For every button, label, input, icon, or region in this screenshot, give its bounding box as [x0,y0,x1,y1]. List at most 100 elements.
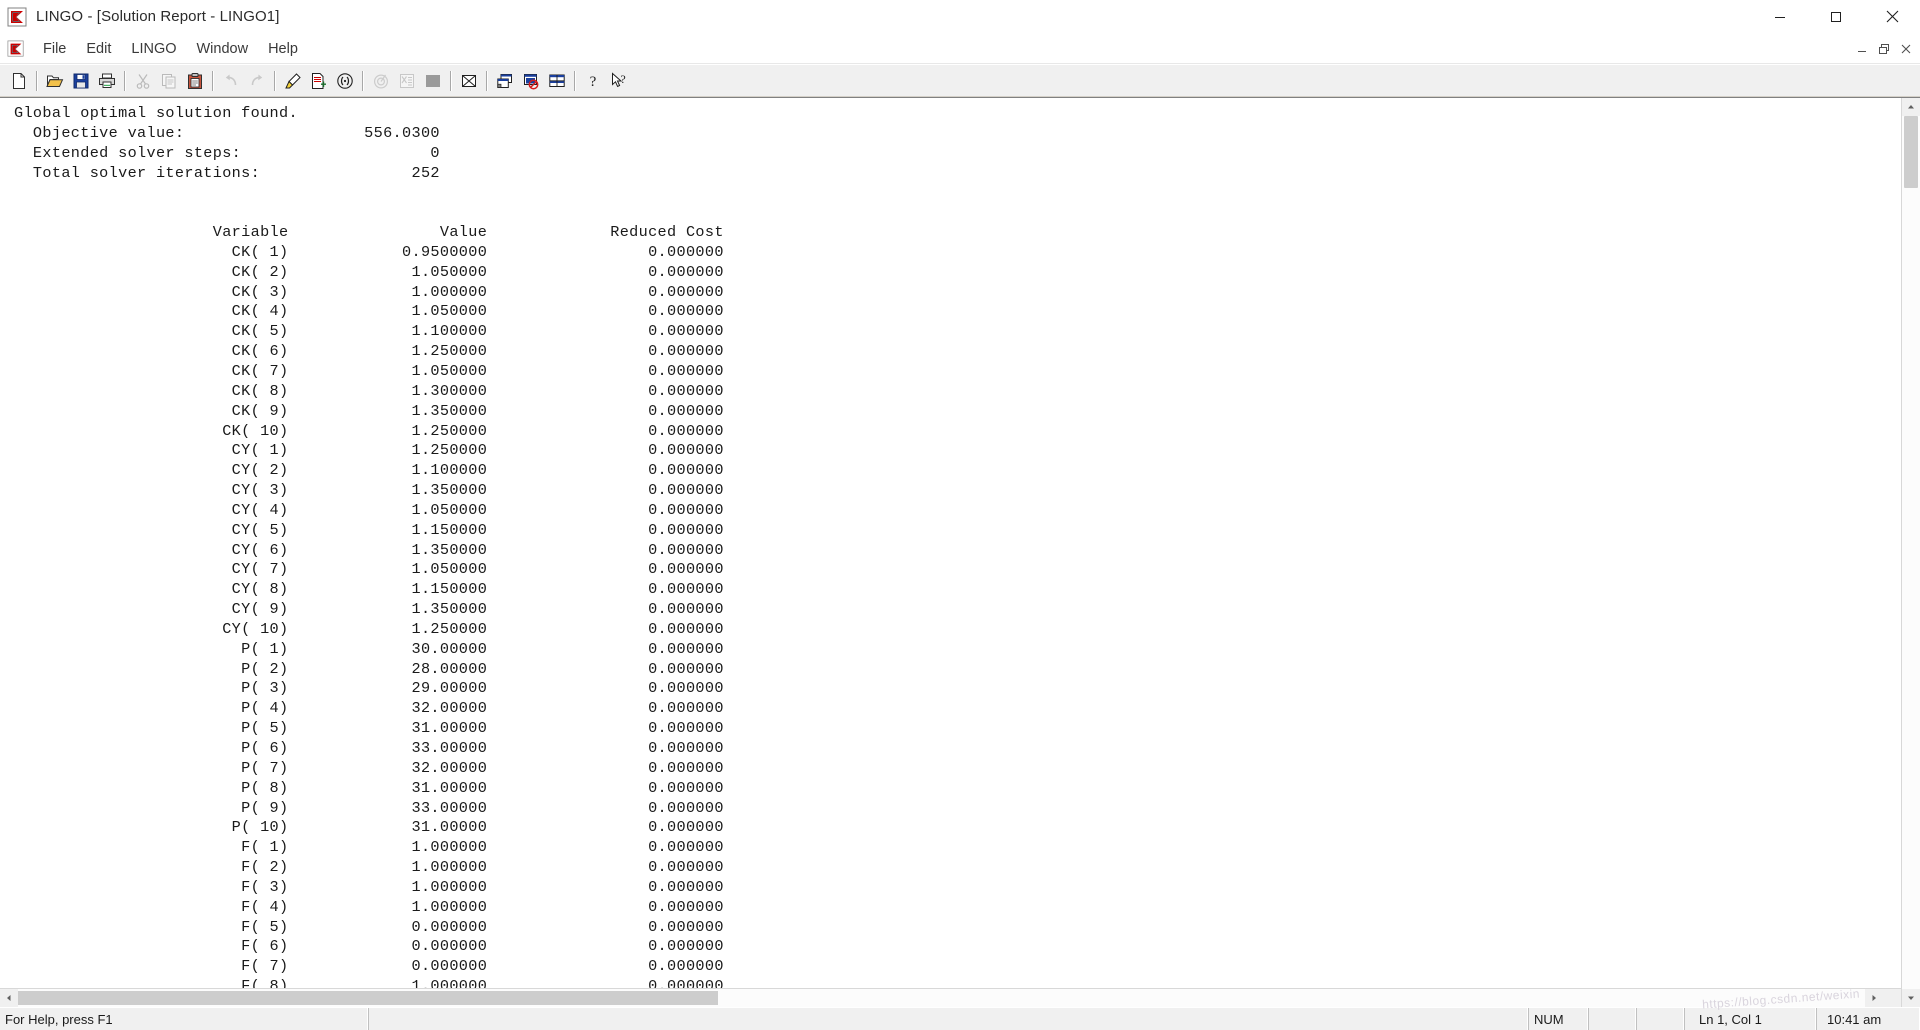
arrange-icons-button[interactable] [544,68,569,93]
new-document-icon [12,72,25,89]
vertical-scroll-thumb[interactable] [1904,116,1918,188]
undo-button[interactable] [218,68,243,93]
mdi-close-button[interactable] [1896,39,1916,59]
floppy-save-icon [73,73,88,88]
horizontal-scroll-track[interactable] [18,989,1865,1007]
toolbar-separator [574,70,575,91]
title-bar: LINGO - [Solution Report - LINGO1] [0,0,1920,34]
parenthesis-icon [336,72,353,89]
arrow-question-icon: ? [611,72,625,87]
grid-windows-icon [548,74,565,87]
open-folder-icon [45,75,63,87]
toolbar-separator [274,70,275,91]
scroll-up-button[interactable] [1902,98,1920,116]
question-mark-icon: ? [589,74,596,90]
status-bar: For Help, press F1 NUM Ln 1, Col 1 10:41… [0,1007,1920,1030]
context-help-button[interactable]: ? [606,68,631,93]
print-button[interactable] [94,68,119,93]
copy-button[interactable] [156,68,181,93]
svg-text:?: ? [620,72,625,86]
maximize-button[interactable] [1808,0,1864,33]
vertical-scroll-track[interactable] [1902,116,1920,989]
new-file-button[interactable] [6,68,31,93]
close-button[interactable] [1864,0,1920,33]
find-button[interactable] [280,68,305,93]
vertical-scrollbar[interactable] [1901,98,1920,1007]
status-pane-2 [1588,1008,1636,1030]
save-file-button[interactable] [68,68,93,93]
scrollbar-corner [1883,989,1901,1007]
paste-button[interactable] [182,68,207,93]
scissors-icon [136,73,149,89]
maximize-icon [1831,11,1841,22]
highlighter-pen-icon [284,72,301,88]
chevron-up-icon [1908,105,1914,109]
mdi-restore-icon [1879,43,1889,54]
status-pane-3 [1636,1008,1684,1030]
tile-windows-button[interactable] [492,68,517,93]
toolbar-separator [36,70,37,91]
chevron-down-icon [1908,996,1914,1000]
toolbar-separator [486,70,487,91]
redo-arrow-icon [251,74,262,85]
toolbar-separator [124,70,125,91]
mdi-minimize-button[interactable] [1852,39,1872,59]
scroll-down-button[interactable] [1902,989,1920,1007]
paren-match-button[interactable] [332,68,357,93]
mdi-restore-button[interactable] [1874,39,1894,59]
close-icon [1886,10,1898,23]
main-toolbar: ? ? [0,64,1920,97]
minimize-icon [1775,16,1785,18]
tile-windows-icon [496,73,512,88]
crossed-box-icon [461,74,476,87]
options-button[interactable] [456,68,481,93]
toolbar-separator [450,70,451,91]
open-file-button[interactable] [42,68,67,93]
redo-button[interactable] [244,68,269,93]
menu-bar: File Edit LINGO Window Help [0,34,1920,64]
close-all-windows-button[interactable] [518,68,543,93]
status-help-text: For Help, press F1 [0,1008,368,1030]
horizontal-scrollbar[interactable] [0,988,1901,1007]
range-button[interactable] [420,68,445,93]
target-bullseye-icon [373,73,388,89]
document-plus-icon [311,72,326,89]
status-line-column: Ln 1, Col 1 [1684,1008,1816,1030]
undo-arrow-icon [225,74,236,85]
window-controls [1752,0,1920,33]
toolbar-separator [212,70,213,91]
horizontal-scroll-thumb[interactable] [18,991,718,1005]
copy-pages-icon [161,73,175,88]
menu-item-window[interactable]: Window [187,38,259,60]
scroll-left-button[interactable] [0,989,18,1007]
svg-text:?: ? [589,74,596,90]
lingo-document-icon[interactable] [7,40,25,58]
mdi-client-area: Global optimal solution found. Objective… [0,97,1920,1007]
help-button[interactable]: ? [580,68,605,93]
match-parenthesis-button[interactable] [306,68,331,93]
printer-icon [98,73,115,88]
solution-report-document[interactable]: Global optimal solution found. Objective… [0,98,1901,988]
mdi-minimize-icon [1858,50,1866,52]
toolbar-separator [362,70,363,91]
status-clock: 10:41 am [1816,1008,1920,1030]
status-num-indicator: NUM [1528,1008,1588,1030]
cut-button[interactable] [130,68,155,93]
scroll-right-button[interactable] [1865,989,1883,1007]
mdi-close-icon [1901,44,1911,53]
menu-item-lingo[interactable]: LINGO [121,38,186,60]
window-title: LINGO - [Solution Report - LINGO1] [36,8,280,25]
menu-item-file[interactable]: File [33,38,76,60]
clipboard-icon [187,72,202,89]
x-sheet-icon [399,73,414,88]
solve-button[interactable] [368,68,393,93]
lingo-application-window: LINGO - [Solution Report - LINGO1] File … [0,0,1920,1030]
status-message-pane [368,1008,1528,1030]
solution-button[interactable] [394,68,419,93]
gray-square-icon [425,74,440,87]
menu-item-edit[interactable]: Edit [76,38,121,60]
window-cancel-icon [523,73,538,89]
lingo-app-icon [7,7,27,27]
menu-item-help[interactable]: Help [258,38,308,60]
minimize-button[interactable] [1752,0,1808,33]
